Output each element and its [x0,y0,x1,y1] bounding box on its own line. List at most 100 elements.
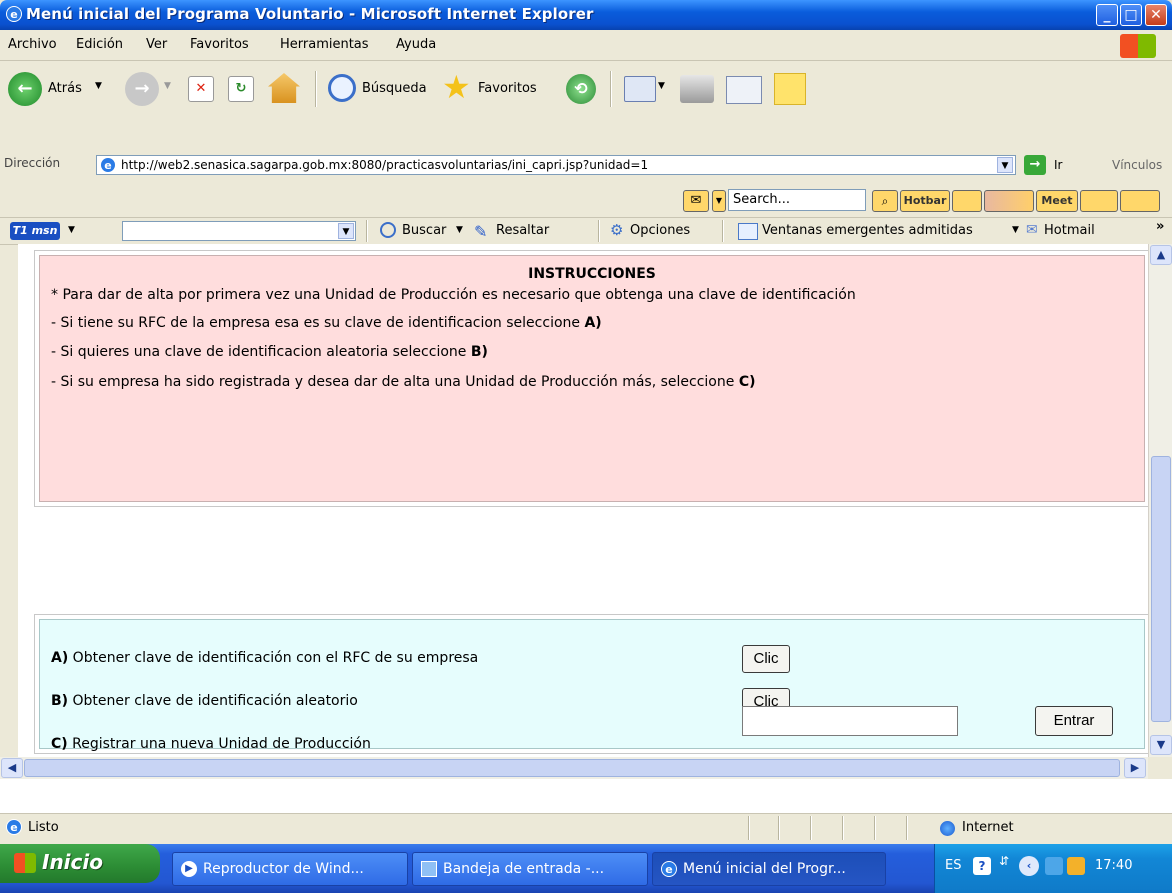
hotbar-gift-icon[interactable] [1080,190,1118,212]
option-c-label: C) Registrar una nueva Unidad de Producc… [51,736,371,752]
media-player-icon: ▶ [181,861,197,877]
go-button-label[interactable]: Ir [1054,158,1062,172]
status-separator [778,816,780,840]
vertical-scroll-thumb[interactable] [1151,456,1171,722]
scroll-up-icon[interactable]: ▲ [1150,245,1172,265]
msn-logo[interactable]: T1 msn [10,222,60,240]
instructions-line-4-text: - Si su empresa ha sido registrada y des… [51,374,739,390]
tray-expand-icon[interactable]: ‹ [1019,856,1039,876]
messenger-note-icon[interactable] [774,73,806,105]
instructions-line-3-text: - Si quieres una clave de identificacion… [51,344,471,360]
address-input[interactable]: e http://web2.senasica.sagarpa.gob.mx:80… [96,155,1016,175]
forward-dropdown-icon[interactable]: ▼ [164,81,171,91]
msn-search-label[interactable]: Buscar [402,223,446,238]
close-button[interactable]: ✕ [1145,4,1167,26]
history-icon[interactable]: ⟲ [566,74,596,104]
msn-logo-dropdown-icon[interactable]: ▼ [68,225,75,235]
back-dropdown-icon[interactable]: ▼ [95,81,102,91]
menu-edicion[interactable]: Edición [76,37,123,52]
refresh-icon[interactable]: ↻ [228,76,254,102]
instructions-line-4: - Si su empresa ha sido registrada y des… [51,374,756,390]
hotmail-envelope-icon[interactable]: ✉ [1026,222,1038,238]
help-icon[interactable]: ? [973,857,991,875]
start-label[interactable]: Inicio [42,850,103,874]
msn-search-dropdown-icon[interactable]: ▼ [338,223,354,239]
hotbar-logo[interactable]: Hotbar [900,190,950,212]
language-indicator[interactable]: ES [945,858,961,873]
msn-search-input[interactable]: ▼ [122,221,356,241]
links-label[interactable]: Vínculos [1112,158,1162,172]
option-c-entrar-button[interactable]: Entrar [1035,706,1113,736]
task-media-player[interactable]: ▶ Reproductor de Wind... [172,852,408,886]
hotbar-search-input[interactable]: Search... [728,189,866,211]
popups-label[interactable]: Ventanas emergentes admitidas [762,223,973,238]
address-url[interactable]: http://web2.senasica.sagarpa.gob.mx:8080… [121,158,648,172]
minimize-button[interactable]: _ [1096,4,1118,26]
forward-arrow-icon[interactable]: → [125,72,159,106]
vertical-scrollbar[interactable]: ▲ ▼ [1148,244,1172,757]
hotbar-image-icon[interactable] [984,190,1034,212]
language-bar-icon[interactable]: ⇵ [999,854,1009,868]
msn-search-menu-icon[interactable]: ▼ [456,225,463,235]
option-a-clic-button[interactable]: Clic [742,645,790,673]
status-separator [906,816,908,840]
status-separator [874,816,876,840]
hotmail-label[interactable]: Hotmail [1044,223,1095,238]
options-icon[interactable]: ⚙ [610,221,623,239]
scroll-down-icon[interactable]: ▼ [1150,735,1172,755]
start-button[interactable]: Inicio [0,844,160,883]
hotbar-sun-icon[interactable] [1120,190,1160,212]
instructions-line-3-option: B) [470,344,488,360]
horizontal-scroll-thumb[interactable] [24,759,1120,777]
hotbar-smiley-icon[interactable] [952,190,982,212]
scroll-right-icon[interactable]: ▶ [1124,758,1146,778]
instructions-line-2-text: - Si tiene su RFC de la empresa esa es s… [51,315,585,331]
msn-search-icon[interactable] [380,222,396,238]
option-c-input[interactable] [742,706,958,736]
search-button-label[interactable]: Búsqueda [362,81,427,96]
go-arrow-icon[interactable]: → [1024,155,1046,175]
toolbar-separator [610,71,612,107]
instructions-line-3: - Si quieres una clave de identificacion… [51,344,488,360]
scroll-left-icon[interactable]: ◀ [1,758,23,778]
edit-icon[interactable] [726,76,762,104]
highlight-label[interactable]: Resaltar [496,223,549,238]
mail-icon[interactable] [624,76,656,102]
hotbar-mail-icon[interactable]: ✉ [683,190,709,212]
hotbar-dropdown-icon[interactable]: ▼ [712,190,726,212]
menu-favoritos[interactable]: Favoritos [190,37,249,52]
task-inbox[interactable]: Bandeja de entrada -... [412,852,648,886]
status-separator [748,816,750,840]
hotbar-search-icon[interactable]: ⌕ [872,190,898,212]
task-internet-explorer[interactable]: e Menú inicial del Progr... [652,852,886,886]
address-dropdown-icon[interactable]: ▼ [997,157,1013,173]
highlight-icon[interactable]: ✎ [474,222,487,241]
favorites-button-label[interactable]: Favoritos [478,81,537,96]
home-icon[interactable] [268,73,300,103]
messenger-icon[interactable] [1067,857,1085,875]
favorites-star-icon[interactable]: ★ [442,69,471,105]
network-icon[interactable] [1045,857,1063,875]
back-button-label[interactable]: Atrás [48,81,82,96]
menu-archivo[interactable]: Archivo [8,37,57,52]
address-label: Dirección [4,156,61,170]
hotbar-meet-button[interactable]: Meet [1036,190,1078,212]
mail-dropdown-icon[interactable]: ▼ [658,81,665,91]
menu-ayuda[interactable]: Ayuda [396,37,436,52]
toolbar-more-icon[interactable]: » [1156,219,1164,234]
print-icon[interactable] [680,75,714,103]
popup-window-icon[interactable] [738,223,758,240]
maximize-button[interactable]: □ [1120,4,1142,26]
menu-herramientas[interactable]: Herramientas [280,37,369,52]
security-zone-text: Internet [962,820,1014,835]
search-icon[interactable] [328,74,356,102]
windows-flag-icon [14,853,36,873]
popups-dropdown-icon[interactable]: ▼ [1012,225,1019,235]
stop-icon[interactable]: ✕ [188,76,214,102]
horizontal-scrollbar[interactable]: ◀ ▶ [0,757,1148,779]
back-arrow-icon[interactable]: ← [8,72,42,106]
title-bar: e Menú inicial del Programa Voluntario -… [0,0,1172,30]
menu-ver[interactable]: Ver [146,37,167,52]
instructions-line-2-option: A) [584,315,602,331]
options-label[interactable]: Opciones [630,223,690,238]
